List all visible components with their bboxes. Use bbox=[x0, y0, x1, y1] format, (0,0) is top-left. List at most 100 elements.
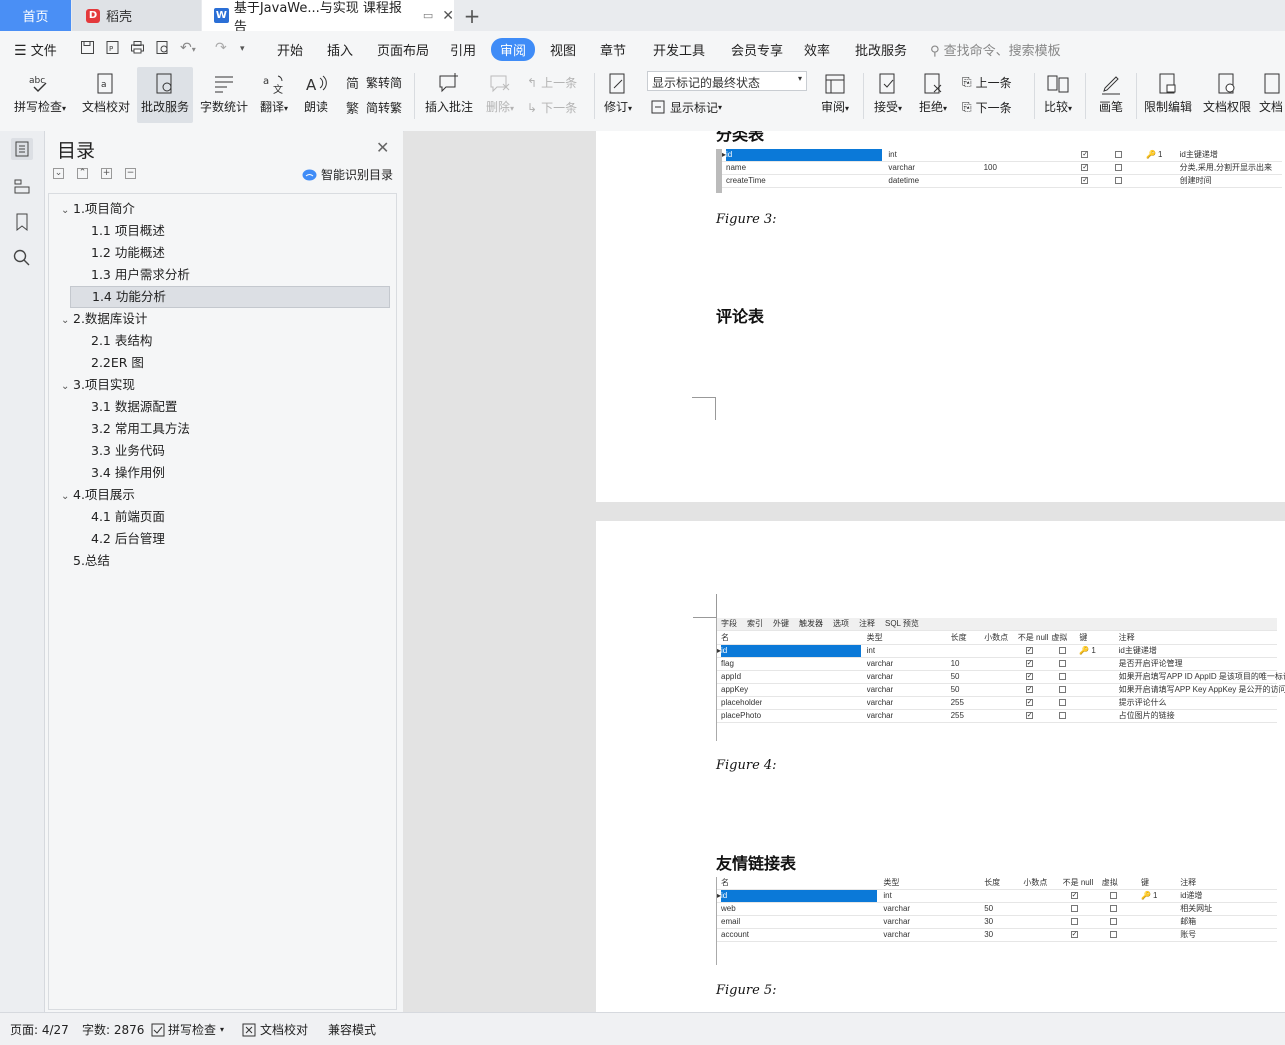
doc-permission-button[interactable]: 文档权限 bbox=[1200, 67, 1254, 123]
save-icon[interactable] bbox=[80, 40, 95, 59]
print-icon[interactable] bbox=[130, 40, 145, 59]
menu-correction-service[interactable]: 批改服务 bbox=[855, 40, 907, 59]
export-pdf-icon[interactable]: P bbox=[105, 40, 120, 59]
print-preview-icon[interactable] bbox=[155, 40, 170, 59]
document-canvas[interactable]: 分类表 ▸ id int ✓ 🔑 1 id主键递增 name varchar 100 ✓ 分类,采用,… bbox=[404, 131, 1285, 1012]
chevron-down-icon[interactable]: ⌄ bbox=[61, 376, 73, 398]
menu-review[interactable]: 审阅 bbox=[491, 38, 536, 61]
table-cell-comment: id递增 bbox=[1180, 891, 1203, 900]
read-aloud-button[interactable]: A 朗读 bbox=[298, 67, 334, 123]
toc-item[interactable]: 3.3 业务代码 bbox=[49, 440, 392, 462]
ribbon-separator bbox=[1085, 73, 1086, 119]
translate-button[interactable]: a文 翻译▾ bbox=[256, 67, 292, 123]
compare-button[interactable]: 比较▾ bbox=[1040, 67, 1076, 123]
smart-toc-icon bbox=[302, 169, 317, 180]
menu-developer-tools[interactable]: 开发工具 bbox=[653, 40, 705, 59]
toc-item[interactable]: 3.1 数据源配置 bbox=[49, 396, 392, 418]
status-doc-proof[interactable]: 文档校对 bbox=[242, 1021, 308, 1038]
toc-item[interactable]: 1.1 项目概述 bbox=[49, 220, 392, 242]
show-markup-button[interactable]: 显示标记 ▾ bbox=[651, 99, 722, 116]
page-indicator[interactable]: 页面: 4/27 bbox=[10, 1021, 69, 1038]
toc-item[interactable]: 4.1 前端页面 bbox=[49, 506, 392, 528]
toc-item[interactable]: 2.2ER 图 bbox=[49, 352, 392, 374]
toc-item[interactable]: 2.1 表结构 bbox=[49, 330, 392, 352]
tab-daoke[interactable]: D 稻壳 bbox=[72, 0, 201, 31]
insert-comment-button[interactable]: 插入批注 bbox=[421, 67, 477, 123]
tab-home[interactable]: 首页 bbox=[0, 0, 71, 31]
next-change-button[interactable]: ⎘ 下一条 bbox=[962, 99, 1012, 116]
smart-toc-button[interactable]: 智能识别目录 bbox=[302, 166, 393, 183]
chevron-down-icon[interactable]: ⌄ bbox=[61, 486, 73, 508]
quick-access-dropdown-icon[interactable]: ▾ bbox=[240, 44, 245, 54]
next-comment-button[interactable]: ↳ 下一条 bbox=[527, 99, 577, 116]
toc-item[interactable]: ⌄ 4.项目展示 bbox=[49, 484, 392, 506]
table-cell-name: placeholder bbox=[721, 698, 763, 707]
menu-chapter[interactable]: 章节 bbox=[600, 40, 626, 59]
simp-to-trad-button[interactable]: 繁 简转繁 bbox=[346, 99, 402, 116]
close-icon[interactable]: ✕ bbox=[376, 138, 389, 157]
table-cell-len: 10 bbox=[950, 659, 960, 668]
doc-permission-label: 文档权限 bbox=[1202, 100, 1251, 114]
menu-page-layout[interactable]: 页面布局 bbox=[377, 40, 429, 59]
table-cell-name: account bbox=[721, 930, 750, 939]
file-menu[interactable]: ☰ 文件 bbox=[14, 40, 57, 59]
trad-to-simp-button[interactable]: 简 繁转简 bbox=[346, 74, 402, 91]
close-tab-icon[interactable]: ✕ bbox=[442, 8, 454, 24]
word-count-indicator[interactable]: 字数: 2876 bbox=[82, 1021, 144, 1038]
add-heading-icon[interactable]: + bbox=[101, 168, 112, 179]
redo-icon[interactable]: ↷ bbox=[215, 40, 227, 56]
prev-comment-button[interactable]: ↰ 上一条 bbox=[527, 74, 577, 91]
toc-item[interactable]: ⌄ 1.项目简介 bbox=[49, 198, 392, 220]
remove-heading-icon[interactable]: − bbox=[125, 168, 136, 179]
restrict-edit-button[interactable]: 限制编辑 bbox=[1141, 67, 1195, 123]
bookmark-icon[interactable] bbox=[11, 211, 33, 233]
status-spell-check[interactable]: 拼写检查 ▾ bbox=[151, 1021, 224, 1038]
table-cell-name: id bbox=[721, 645, 861, 657]
toc-item[interactable]: 1.3 用户需求分析 bbox=[49, 264, 392, 286]
undo-icon[interactable]: ↶▾ bbox=[180, 40, 196, 56]
chapter-nav-icon[interactable] bbox=[11, 175, 33, 197]
command-search[interactable]: ⚲ 查找命令、搜索模板 bbox=[930, 40, 1061, 59]
table-header-cell: 小数点 bbox=[984, 633, 1009, 642]
toc-item[interactable]: 4.2 后台管理 bbox=[49, 528, 392, 550]
accept-button[interactable]: 接受▾ bbox=[870, 67, 906, 123]
menu-references[interactable]: 引用 bbox=[450, 40, 476, 59]
spell-check-button[interactable]: abc 拼写检查▾ bbox=[8, 67, 72, 123]
track-changes-button[interactable]: 修订▾ bbox=[600, 67, 636, 123]
reject-button[interactable]: 拒绝▾ bbox=[915, 67, 951, 123]
toc-item[interactable]: 1.2 功能概述 bbox=[49, 242, 392, 264]
toc-item[interactable]: 3.2 常用工具方法 bbox=[49, 418, 392, 440]
markup-state-select[interactable]: 显示标记的最终状态 ▾ bbox=[647, 71, 807, 91]
toc-item[interactable]: 5.总结 bbox=[49, 550, 392, 572]
collapse-all-icon[interactable]: ⌄ bbox=[53, 168, 64, 179]
correction-service-button[interactable]: 批改服务 bbox=[137, 67, 193, 123]
expand-all-icon[interactable]: ⌃ bbox=[77, 168, 88, 179]
find-icon[interactable] bbox=[11, 247, 33, 269]
menu-efficiency[interactable]: 效率 bbox=[804, 40, 830, 59]
toc-panel-icon[interactable] bbox=[11, 138, 33, 160]
toc-item[interactable]: 3.4 操作用例 bbox=[49, 462, 392, 484]
toc-item-label: 1.2 功能概述 bbox=[91, 245, 165, 260]
doc-proof-button[interactable]: a 文档校对 bbox=[78, 67, 134, 123]
toc-item[interactable]: 1.4 功能分析 bbox=[70, 286, 390, 308]
word-count-button[interactable]: 字数统计 bbox=[198, 67, 250, 123]
menu-insert[interactable]: 插入 bbox=[327, 40, 353, 59]
pen-button[interactable]: 画笔 bbox=[1093, 67, 1129, 123]
menu-start[interactable]: 开始 bbox=[277, 40, 303, 59]
chevron-down-icon[interactable]: ⌄ bbox=[61, 310, 73, 332]
toc-item[interactable]: ⌄ 3.项目实现 bbox=[49, 374, 392, 396]
chevron-down-icon[interactable]: ⌄ bbox=[61, 200, 73, 222]
new-tab-button[interactable]: + bbox=[462, 0, 482, 31]
menu-view[interactable]: 视图 bbox=[550, 40, 576, 59]
prev-change-button[interactable]: ⎘ 上一条 bbox=[962, 74, 1012, 91]
doc-more-button[interactable]: 文档 bbox=[1259, 67, 1285, 123]
delete-comment-button[interactable]: 删除▾ bbox=[482, 67, 518, 123]
review-button[interactable]: 审阅▾ bbox=[815, 67, 855, 123]
primary-key-icon: 🔑 bbox=[1146, 150, 1156, 159]
tab-document-label: 基于JavaWe...与实现 课程报告 bbox=[233, 0, 402, 35]
toc-item[interactable]: ⌄ 2.数据库设计 bbox=[49, 308, 392, 330]
screen-icon[interactable]: ▭ bbox=[423, 9, 433, 22]
menu-member[interactable]: 会员专享 bbox=[731, 40, 783, 59]
tab-document[interactable]: W 基于JavaWe...与实现 课程报告 ▭ ✕ bbox=[202, 0, 454, 35]
toc-panel: 目录 ✕ ⌄ ⌃ + − 智能识别目录 ⌄ 1.项目简介 1.1 项目概述 1.2 功… bbox=[45, 131, 403, 1012]
